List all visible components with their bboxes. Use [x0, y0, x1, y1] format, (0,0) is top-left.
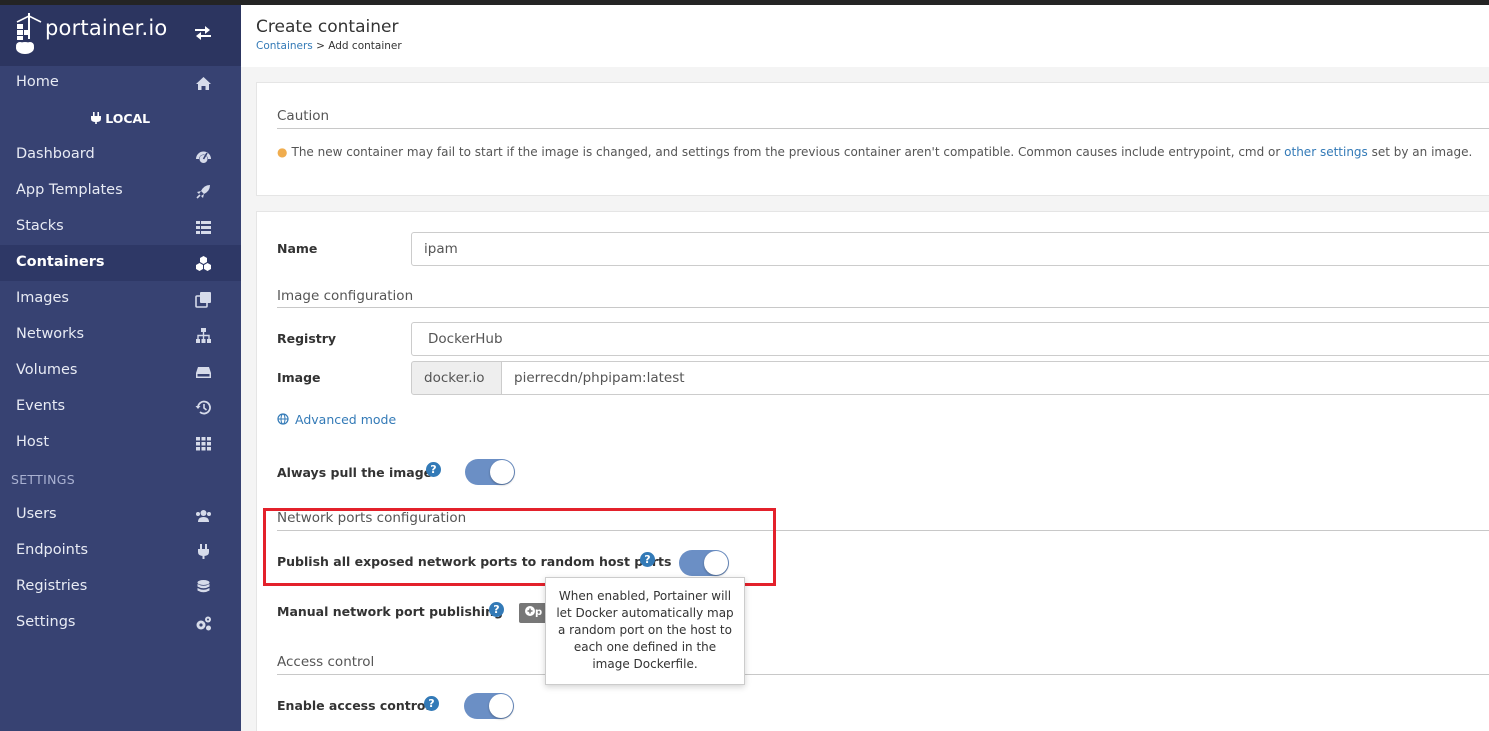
sitemap-icon — [196, 328, 211, 343]
tooltip: When enabled, Portainer will let Docker … — [545, 577, 745, 685]
th-list-icon — [196, 221, 211, 234]
sidebar-item-volumes[interactable]: Volumes — [0, 353, 241, 389]
endpoint-name: LOCAL — [105, 111, 151, 126]
plug-icon — [198, 544, 209, 559]
sidebar-item-label: App Templates — [16, 182, 123, 198]
sidebar-item-label: Volumes — [16, 362, 78, 378]
users-icon — [196, 510, 211, 522]
exchange-icon — [195, 26, 211, 40]
cubes-icon — [196, 256, 211, 271]
question-circle-icon[interactable]: ? — [489, 602, 504, 617]
breadcrumb-containers-link[interactable]: Containers — [256, 40, 313, 52]
sidebar-item-label: Dashboard — [16, 146, 95, 162]
registry-label: Registry — [277, 331, 337, 346]
tachometer-icon — [196, 151, 211, 163]
sidebar-item-label: Containers — [16, 254, 105, 270]
caution-divider — [277, 128, 1489, 129]
access-control-legend: Access control — [277, 654, 375, 670]
sidebar-item-stacks[interactable]: Stacks — [0, 209, 241, 245]
database-icon — [197, 580, 210, 593]
sidebar: portainer.io Home LOCAL Dashboard App Te… — [0, 5, 241, 731]
sidebar-item-label: Settings — [16, 614, 76, 630]
name-label: Name — [277, 241, 318, 256]
plug-icon — [90, 112, 101, 124]
sidebar-item-label: Endpoints — [16, 542, 89, 558]
sidebar-item-images[interactable]: Images — [0, 281, 241, 317]
sidebar-item-label: Host — [16, 434, 50, 450]
caution-legend: Caution — [277, 108, 330, 124]
image-input[interactable]: pierrecdn/phpipam:latest — [501, 361, 1489, 395]
th-icon — [196, 437, 211, 451]
advanced-mode-text: Advanced mode — [295, 412, 397, 427]
settings-section-label: SETTINGS — [11, 472, 75, 487]
page-header: Create container Containers > Add contai… — [241, 5, 1489, 67]
sidebar-item-label: Users — [16, 506, 57, 522]
image-config-legend: Image configuration — [277, 288, 414, 304]
always-pull-toggle[interactable] — [465, 459, 515, 485]
name-input[interactable]: ipam — [411, 232, 1489, 266]
image-registry-prefix: docker.io — [411, 361, 502, 395]
sidebar-item-label: Images — [16, 290, 69, 306]
caution-text: The new container may fail to start if t… — [291, 145, 1285, 159]
publish-new-port-button[interactable]: p — [519, 603, 549, 623]
brand-bar: portainer.io — [0, 5, 241, 66]
sidebar-item-registries[interactable]: Registries — [0, 569, 241, 605]
globe-icon — [277, 413, 289, 425]
access-control-divider — [277, 674, 1489, 675]
clone-icon — [195, 292, 211, 308]
home-icon — [196, 77, 211, 90]
sidebar-item-label: Registries — [16, 578, 88, 594]
plus-circle-icon — [525, 606, 535, 616]
sidebar-toggle-button[interactable] — [194, 25, 212, 45]
sidebar-item-home[interactable]: Home — [0, 65, 241, 101]
toggle-knob — [490, 460, 514, 484]
history-icon — [195, 400, 211, 415]
question-circle-icon[interactable]: ? — [426, 462, 441, 477]
always-pull-label: Always pull the image — [277, 465, 433, 480]
toggle-knob — [489, 694, 513, 718]
breadcrumb-current: > Add container — [312, 40, 402, 52]
question-circle-icon[interactable]: ? — [424, 696, 439, 711]
sidebar-item-label: Stacks — [16, 218, 64, 234]
cogs-icon — [196, 616, 211, 631]
image-config-divider — [277, 307, 1489, 308]
page-title: Create container — [256, 17, 399, 37]
access-control-toggle[interactable] — [464, 693, 514, 719]
caution-text-end: set by an image. — [1367, 145, 1473, 159]
sidebar-item-label: Events — [16, 398, 66, 414]
exclamation-circle-icon: ● — [277, 145, 288, 159]
sidebar-item-endpoints[interactable]: Endpoints — [0, 533, 241, 569]
sidebar-item-dashboard[interactable]: Dashboard — [0, 137, 241, 173]
sidebar-item-host[interactable]: Host — [0, 425, 241, 461]
sidebar-item-app-templates[interactable]: App Templates — [0, 173, 241, 209]
sidebar-item-label: Home — [16, 74, 59, 90]
advanced-mode-link[interactable]: Advanced mode — [277, 412, 396, 427]
brand-name: portainer.io — [45, 16, 168, 40]
portainer-logo-icon — [16, 13, 42, 54]
access-control-label: Enable access control — [277, 698, 430, 713]
registry-select[interactable]: DockerHub — [411, 322, 1489, 356]
sidebar-item-containers[interactable]: Containers — [0, 245, 241, 281]
endpoint-label: LOCAL — [0, 111, 241, 126]
sidebar-item-users[interactable]: Users — [0, 497, 241, 533]
breadcrumb: Containers > Add container — [256, 40, 402, 52]
other-settings-link[interactable]: other settings — [1284, 145, 1368, 159]
sidebar-item-events[interactable]: Events — [0, 389, 241, 425]
caution-message: ● The new container may fail to start if … — [277, 145, 1472, 159]
caution-panel: Caution ● The new container may fail to s… — [256, 82, 1489, 196]
sidebar-item-settings[interactable]: Settings — [0, 605, 241, 641]
highlight-annotation-box — [263, 508, 776, 586]
sidebar-item-networks[interactable]: Networks — [0, 317, 241, 353]
sidebar-item-label: Networks — [16, 326, 85, 342]
manual-publish-label: Manual network port publishing — [277, 604, 503, 619]
rocket-icon — [196, 185, 210, 199]
hdd-icon — [196, 367, 211, 378]
create-container-form: Name ipam Image configuration Registry D… — [256, 211, 1489, 731]
publish-button-text: p — [535, 607, 543, 618]
image-label: Image — [277, 370, 321, 385]
